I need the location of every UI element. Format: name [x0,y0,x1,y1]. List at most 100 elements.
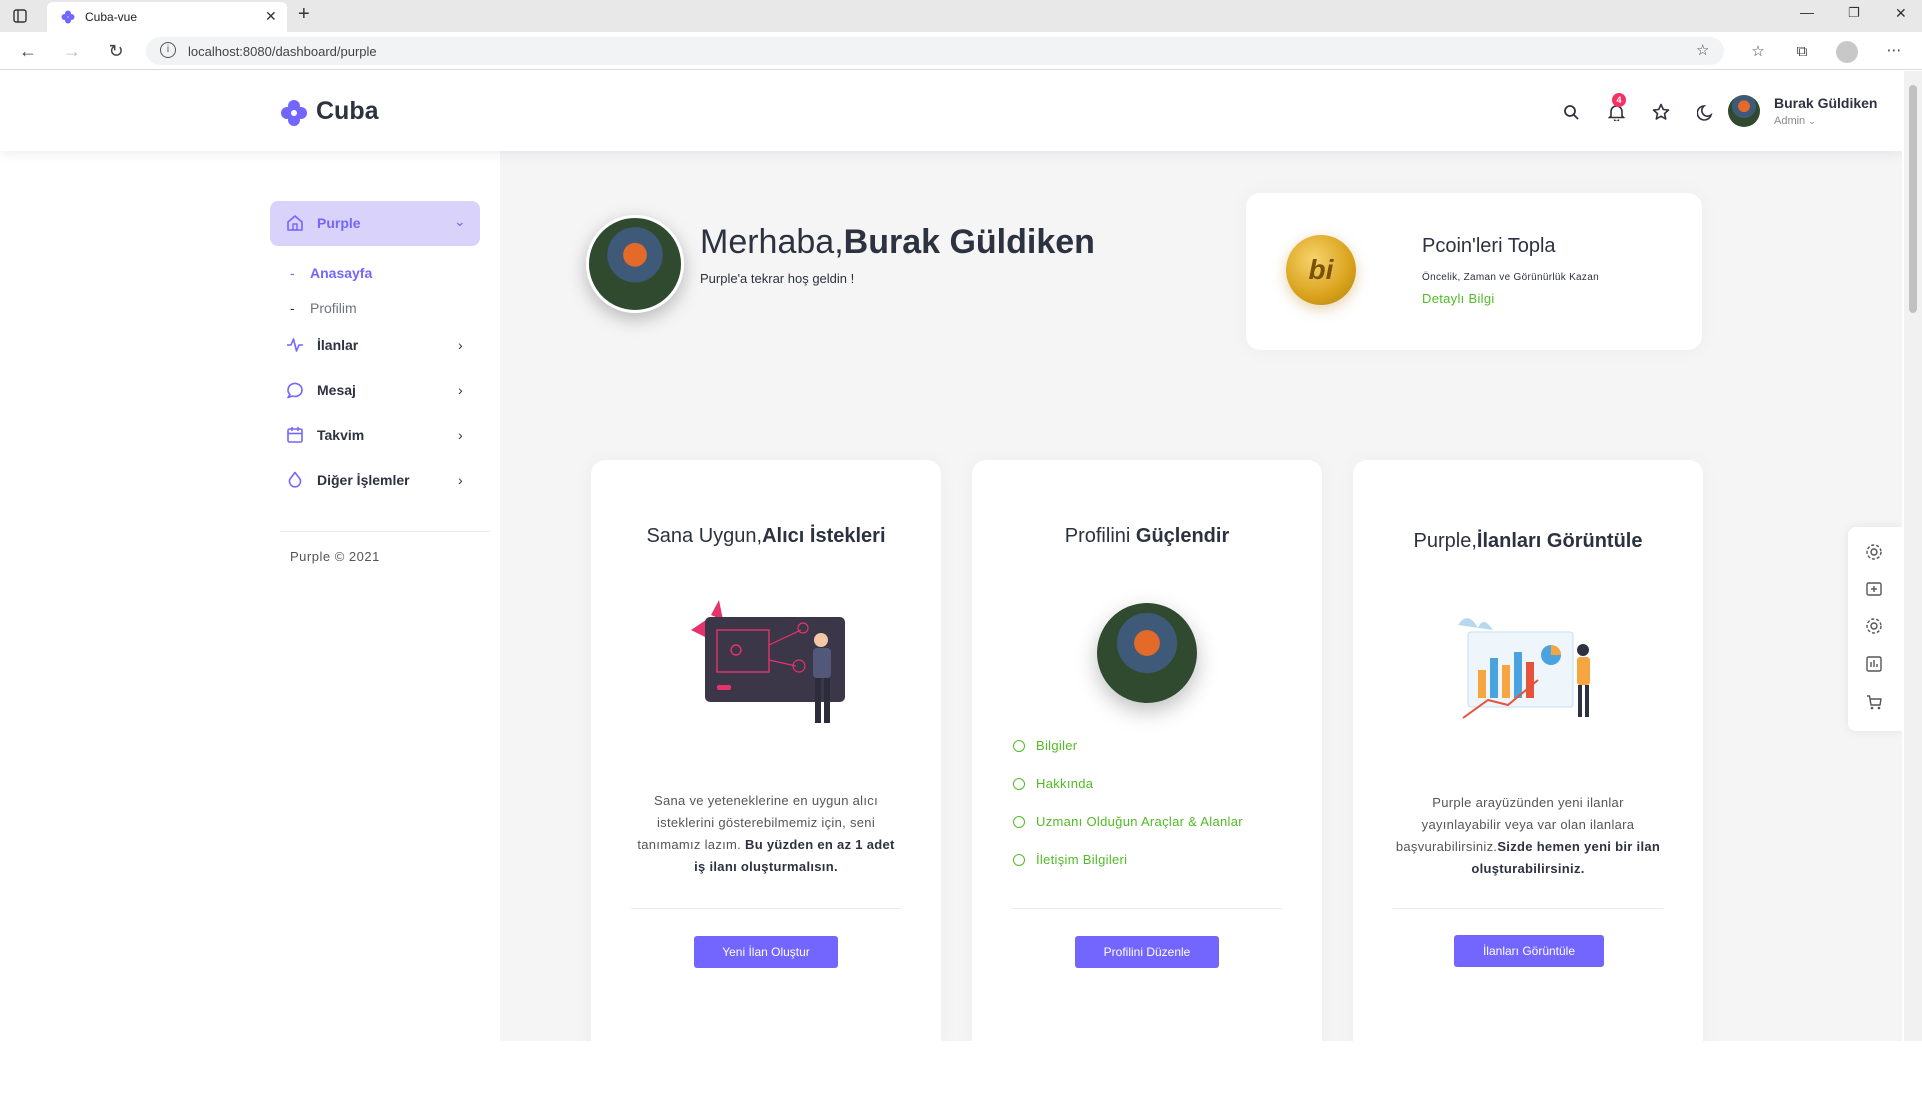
user-role[interactable]: Admin ⌄ [1774,115,1816,127]
sidebar-divider [280,531,490,532]
settings-gear-icon[interactable] [1865,543,1885,563]
chevron-right-icon: › [458,382,463,398]
card-title: Purple,İlanları Görüntüle [1353,530,1703,553]
card-title-bold: Güçlendir [1135,525,1230,547]
new-tab-icon[interactable]: + [298,3,310,26]
user-name[interactable]: Burak Güldiken [1774,95,1877,111]
greeting-text: Merhaba, [700,223,844,261]
card-title: Sana Uygun,Alıcı İstekleri [591,525,941,548]
user-avatar[interactable] [1728,95,1760,127]
url-input[interactable]: i localhost:8080/dashboard/purple ☆ [146,37,1724,65]
check-circle-icon [1013,854,1025,866]
view-listings-card: Purple,İlanları Görüntüle Purple arayüzü… [1353,460,1703,1041]
checklist-item: Hakkında [1036,776,1094,791]
profile-avatar [1097,603,1197,703]
message-icon [286,381,304,399]
more-icon[interactable]: ⋯ [1884,40,1904,60]
card-title-bold: Alıcı İstekleri [762,525,886,547]
site-info-icon[interactable]: i [160,42,176,58]
sidebar-subitem-profilim[interactable]: Profilim [310,300,357,316]
browser-tabbar: Cuba-vue ✕ + — ❐ ✕ [0,0,1922,32]
sidebar-item-label: Purple [317,215,361,231]
browser-tab[interactable]: Cuba-vue ✕ [47,2,287,32]
activity-icon [286,336,304,354]
scrollbar-thumb[interactable] [1909,85,1917,313]
checklist-item: Uzmanı Olduğun Araçlar & Alanlar [1036,814,1243,829]
sidebar-item-mesaj[interactable]: Mesaj › [270,370,480,410]
check-circle-icon [1013,778,1025,790]
check-circle-icon [1013,816,1025,828]
star-icon[interactable] [1650,101,1672,123]
pcoin-detail-link[interactable]: Detaylı Bilgi [1422,291,1495,306]
favorites-icon[interactable]: ☆ [1748,41,1768,61]
collections-icon[interactable]: ⧉ [1792,41,1812,61]
card-title-light: Profilini [1064,525,1136,547]
chart-icon[interactable] [1865,655,1885,675]
pcoin-badge-text: bi [1308,254,1334,285]
sidebar-item-takvim[interactable]: Takvim › [270,415,480,455]
dark-mode-moon-icon[interactable] [1694,101,1716,123]
checklist-item: İletişim Bilgileri [1036,852,1128,867]
settings-gear-icon[interactable] [1865,617,1885,637]
sidebar-item-label: Takvim [317,427,365,443]
card-title: Profilini Güçlendir [972,525,1322,548]
customizer-panel [1848,527,1902,731]
vue-favicon-icon [61,10,75,24]
notification-badge: 4 [1612,93,1626,107]
sidebar-footer: Purple © 2021 [290,549,380,564]
close-window-icon[interactable]: ✕ [1895,5,1907,22]
pcoin-card: bi Pcoin'leri Topla Öncelik, Zaman ve Gö… [1246,193,1702,350]
add-favorite-icon[interactable]: ☆ [1696,41,1709,59]
pcoin-coin-icon: bi [1286,235,1356,305]
cart-icon[interactable] [1865,693,1885,713]
chevron-right-icon: › [458,472,463,488]
medical-box-icon[interactable] [1865,579,1885,599]
analytics-illustration [1453,610,1603,725]
card-divider [1393,908,1663,909]
submenu-dash: - [290,265,295,281]
sidebar-item-label: İlanlar [317,337,359,353]
welcome-name: Burak Güldiken [843,223,1095,261]
forward-icon[interactable]: → [62,41,82,61]
search-icon[interactable] [1560,101,1582,123]
create-listing-button[interactable]: Yeni İlan Oluştur [694,936,838,968]
card-divider [631,908,901,909]
edit-profile-button[interactable]: Profilini Düzenle [1075,936,1219,968]
top-header: Cuba 4 Burak Güldiken Admin ⌄ [0,71,1902,151]
tab-actions-icon[interactable] [10,6,30,26]
logo-text[interactable]: Cuba [316,97,379,126]
profile-strengthen-card: Profilini Güçlendir Bilgiler Hakkında Uz… [972,460,1322,1041]
card-title-light: Sana Uygun, [646,525,763,547]
profile-icon[interactable] [1836,41,1858,63]
welcome-subtitle: Purple'a tekrar hoş geldin ! [700,271,855,286]
sidebar-item-ilanlar[interactable]: İlanlar › [270,325,480,365]
sidebar-subitem-anasayfa[interactable]: Anasayfa [310,265,372,281]
calendar-icon [286,426,304,444]
minimize-icon[interactable]: — [1800,4,1814,20]
card-title-light: Purple, [1413,530,1477,552]
card-description: Sana ve yeteneklerine en uygun alıcı ist… [636,790,896,878]
page-scrollbar[interactable] [1904,71,1922,1041]
user-role-text: Admin [1774,115,1806,127]
sidebar-item-diger-islemler[interactable]: Diğer İşlemler › [270,460,480,500]
buyer-requests-card: Sana Uygun,Alıcı İstekleri Sana ve yeten… [591,460,941,1041]
chevron-down-icon: ⌄ [1808,116,1816,126]
tab-title: Cuba-vue [85,10,138,24]
url-text: localhost:8080/dashboard/purple [188,44,377,59]
reload-icon[interactable]: ↻ [106,41,126,61]
sidebar-item-purple[interactable]: Purple ⌄ [270,201,480,246]
card-description: Purple arayüzünden yeni ilanlar yayınlay… [1393,792,1663,880]
close-tab-icon[interactable]: ✕ [265,8,277,25]
cuba-logo-icon[interactable] [280,99,308,127]
pcoin-title: Pcoin'leri Topla [1422,235,1556,257]
back-icon[interactable]: ← [18,41,38,61]
view-listings-button[interactable]: İlanları Görüntüle [1454,935,1604,967]
chevron-down-icon: ⌄ [454,213,466,229]
pcoin-subtitle: Öncelik, Zaman ve Görünürlük Kazan [1422,272,1599,283]
app-root: Cuba 4 Burak Güldiken Admin ⌄ Purple ⌄ -… [0,71,1902,1041]
sidebar-item-label: Mesaj [317,382,356,398]
welcome-avatar [586,215,684,313]
droplet-icon [286,471,304,489]
maximize-icon[interactable]: ❐ [1848,5,1860,21]
presentation-illustration [681,600,851,730]
